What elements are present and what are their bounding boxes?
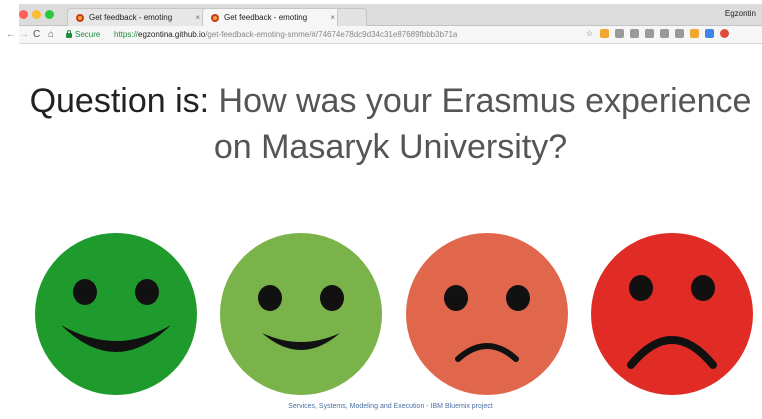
tab-title: Get feedback - emoting xyxy=(224,13,308,22)
extension-shield-icon[interactable] xyxy=(645,29,654,38)
site-favicon-icon xyxy=(211,13,219,22)
minimize-window-button[interactable] xyxy=(32,10,41,19)
bookmark-star-icon[interactable]: ☆ xyxy=(585,29,594,38)
very-sad-face-button[interactable] xyxy=(591,233,753,395)
tab-close-icon[interactable]: × xyxy=(195,13,200,22)
address-bar[interactable]: https://egzontina.github.io/get-feedback… xyxy=(114,30,457,39)
footer-text: Services, Systems, Modeling and Executio… xyxy=(288,403,493,410)
question-heading: Question is: How was your Erasmus experi… xyxy=(19,78,762,170)
page-content: Question is: How was your Erasmus experi… xyxy=(19,45,762,419)
very-happy-face-button[interactable] xyxy=(35,233,197,395)
url-host: egzontina.github.io xyxy=(138,30,206,39)
home-button[interactable]: ⌂ xyxy=(48,28,54,42)
lock-icon xyxy=(66,30,72,38)
tab-strip: Get feedback - emoting × Get feedback - … xyxy=(19,4,762,26)
browser-window: Get feedback - emoting × Get feedback - … xyxy=(6,4,762,419)
happy-face-button[interactable] xyxy=(220,233,382,395)
tab-title: Get feedback - emoting xyxy=(89,13,173,22)
extension-icons: ☆ xyxy=(585,29,729,38)
back-button[interactable]: ← xyxy=(6,28,16,42)
extension-blue-icon[interactable] xyxy=(705,29,714,38)
extension-orange-icon[interactable] xyxy=(600,29,609,38)
tab-close-icon[interactable]: × xyxy=(330,13,335,22)
close-window-button[interactable] xyxy=(19,10,28,19)
reload-button[interactable]: C xyxy=(33,28,40,42)
secure-indicator[interactable]: Secure xyxy=(66,30,100,39)
extension-layers-icon[interactable] xyxy=(660,29,669,38)
extension-flag-icon[interactable] xyxy=(690,29,699,38)
forward-button[interactable]: → xyxy=(19,28,29,42)
feedback-faces xyxy=(19,233,762,395)
extension-image-icon[interactable] xyxy=(675,29,684,38)
sad-face-button[interactable] xyxy=(406,233,568,395)
extension-red-icon[interactable] xyxy=(720,29,729,38)
zoom-window-button[interactable] xyxy=(45,10,54,19)
question-label: Question is: xyxy=(29,82,210,120)
url-scheme: https:// xyxy=(114,30,139,39)
secure-label: Secure xyxy=(75,30,101,39)
profile-name[interactable]: Egzontin xyxy=(725,9,756,18)
tab-get-feedback-1[interactable]: Get feedback - emoting × xyxy=(67,8,207,26)
new-tab-button[interactable] xyxy=(337,8,367,26)
extension-tool-icon[interactable] xyxy=(630,29,639,38)
question-text: How was your Erasmus experience on Masar… xyxy=(209,82,752,166)
extension-gray-icon[interactable] xyxy=(615,29,624,38)
site-favicon-icon xyxy=(76,13,84,22)
tab-get-feedback-2-active[interactable]: Get feedback - emoting × xyxy=(202,8,342,26)
url-path: /get-feedback-emoting-smme/#/74674e78dc9… xyxy=(205,30,458,39)
address-toolbar: ← → C ⌂ Secure https://egzontina.github.… xyxy=(6,26,762,44)
